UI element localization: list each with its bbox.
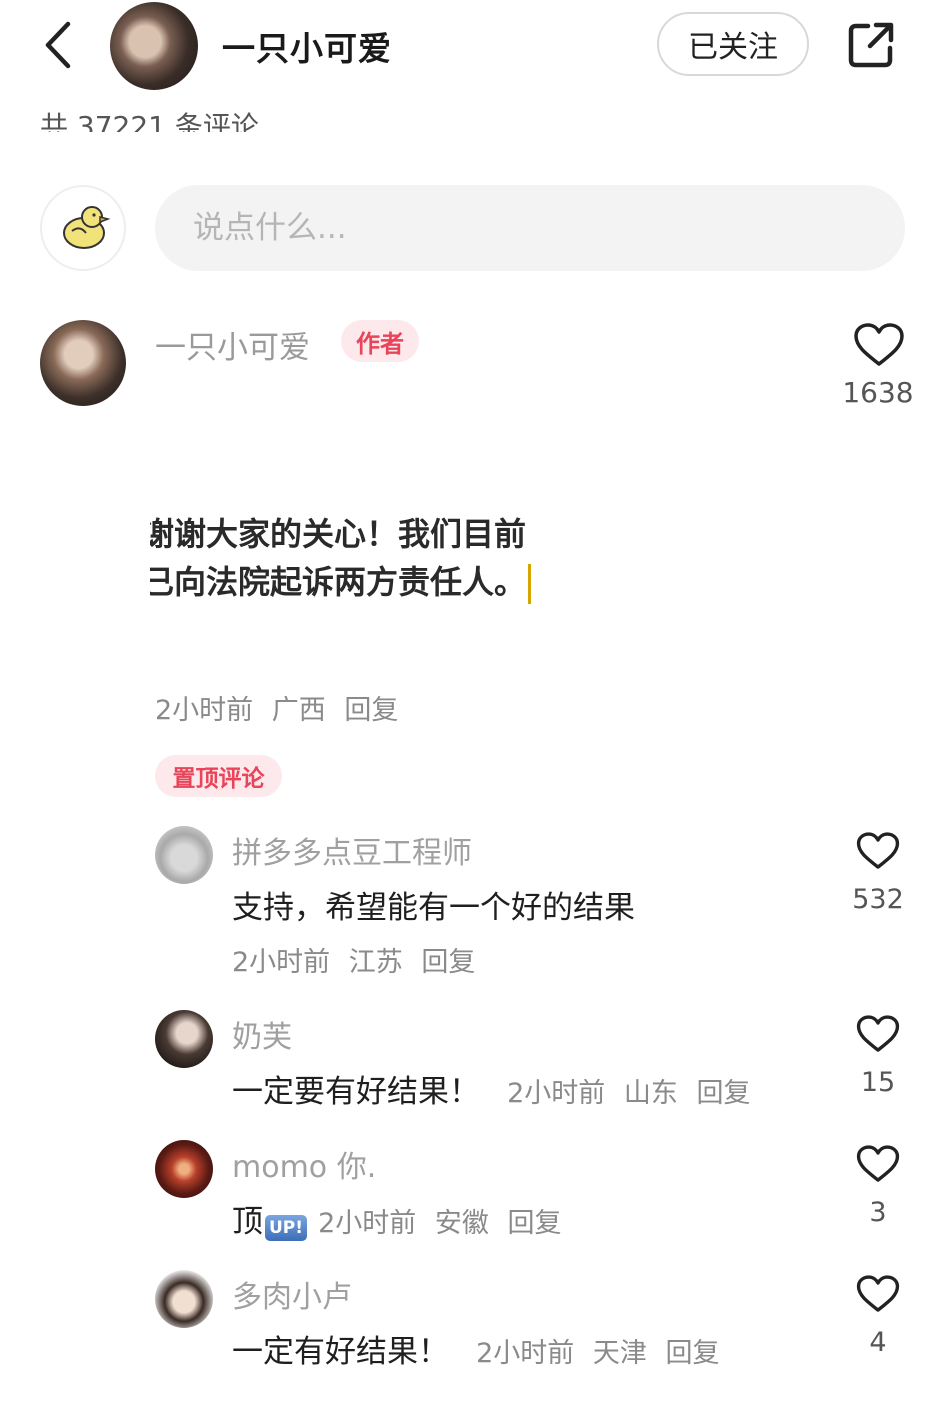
reply-location: 山东 <box>623 1078 678 1109</box>
reply-time: 2小时前 <box>507 1078 606 1109</box>
like-button[interactable] <box>856 1274 900 1314</box>
author-avatar[interactable] <box>40 320 126 406</box>
reply-avatar[interactable] <box>155 1140 213 1198</box>
comment-text-line: 已向法院起诉两方责任人。 <box>150 563 527 601</box>
reply-text: 支持，希望能有一个好的结果 <box>232 890 635 926</box>
reply-username[interactable]: 拼多多点豆工程师 <box>232 828 472 872</box>
heart-icon <box>856 1015 900 1052</box>
up-emoji: UP! <box>265 1214 308 1241</box>
like-count: 15 <box>860 1067 896 1098</box>
author-badge: 作者 <box>341 320 419 362</box>
like-button[interactable] <box>856 831 900 871</box>
heart-icon <box>854 323 904 366</box>
comment-text-line: 谢谢大家的关心！我们目前 <box>150 515 527 553</box>
page-title: 一只小可爱 <box>222 29 392 68</box>
reply-meta: 2小时前 安徽 回复 <box>318 1208 571 1239</box>
like-button[interactable] <box>856 1014 900 1054</box>
back-button[interactable] <box>40 20 80 70</box>
my-avatar[interactable] <box>40 185 126 271</box>
heart-icon <box>856 1275 900 1312</box>
reply-body: 顶 UP! 2小时前 安徽 回复 <box>232 1196 572 1241</box>
like-count: 1638 <box>842 376 914 409</box>
heart-icon <box>856 832 900 869</box>
reply-username[interactable]: momo 你. <box>232 1142 376 1186</box>
reply-time: 2小时前 <box>232 947 331 978</box>
reply-location: 天津 <box>592 1338 647 1369</box>
reply-meta: 2小时前 天津 回复 <box>476 1338 729 1369</box>
comment-input-box[interactable] <box>155 185 905 271</box>
reply-button[interactable]: 回复 <box>665 1338 719 1369</box>
reply-username[interactable]: 多肉小卢 <box>232 1272 352 1316</box>
header-avatar[interactable] <box>110 2 198 90</box>
reply-button[interactable]: 回复 <box>421 947 475 978</box>
reply-button[interactable]: 回复 <box>344 695 398 726</box>
reply-text: 顶 <box>232 1204 263 1240</box>
author-name[interactable]: 一只小可爱 <box>155 322 310 367</box>
heart-icon <box>856 1145 900 1182</box>
reply-time: 2小时前 <box>318 1208 417 1239</box>
like-count: 4 <box>869 1327 887 1358</box>
reply-button[interactable]: 回复 <box>508 1208 562 1239</box>
reply-body: 一定要有好结果！ 2小时前 山东 回复 <box>232 1066 760 1111</box>
like-button[interactable] <box>853 322 905 368</box>
reply-avatar[interactable] <box>155 1010 213 1068</box>
like-button[interactable] <box>856 1144 900 1184</box>
reply-body: 一定有好结果！ 2小时前 天津 回复 <box>232 1326 729 1371</box>
text-cursor <box>528 564 532 604</box>
comment-count: 共 37221 条评论 <box>40 110 259 132</box>
reply-location: 江苏 <box>348 947 403 978</box>
duck-icon <box>63 206 111 249</box>
reply-avatar[interactable] <box>155 826 213 884</box>
reply-text: 一定要有好结果！ <box>232 1074 480 1110</box>
reply-avatar[interactable] <box>155 1270 213 1328</box>
reply-text: 一定有好结果！ <box>232 1334 449 1370</box>
comment-time: 2小时前 <box>155 695 254 726</box>
comment-text: 谢谢大家的关心！我们目前 已向法院起诉两方责任人。 <box>150 510 590 606</box>
comment-meta: 2小时前 广西 回复 <box>155 688 408 727</box>
like-count: 532 <box>852 884 904 915</box>
chevron-left-icon <box>45 21 71 69</box>
pinned-badge: 置顶评论 <box>155 755 282 797</box>
share-icon <box>848 22 894 68</box>
reply-meta: 2小时前 山东 回复 <box>507 1078 760 1109</box>
reply-time: 2小时前 <box>476 1338 575 1369</box>
reply-button[interactable]: 回复 <box>696 1078 750 1109</box>
reply-username[interactable]: 奶芙 <box>232 1012 292 1056</box>
reply-meta: 2小时前 江苏 回复 <box>232 940 485 979</box>
follow-button[interactable]: 已关注 <box>657 12 809 76</box>
share-button[interactable] <box>846 20 896 70</box>
comment-input[interactable] <box>155 185 905 271</box>
reply-location: 安徽 <box>434 1208 489 1239</box>
comment-location: 广西 <box>271 695 326 726</box>
like-count: 3 <box>869 1197 887 1228</box>
